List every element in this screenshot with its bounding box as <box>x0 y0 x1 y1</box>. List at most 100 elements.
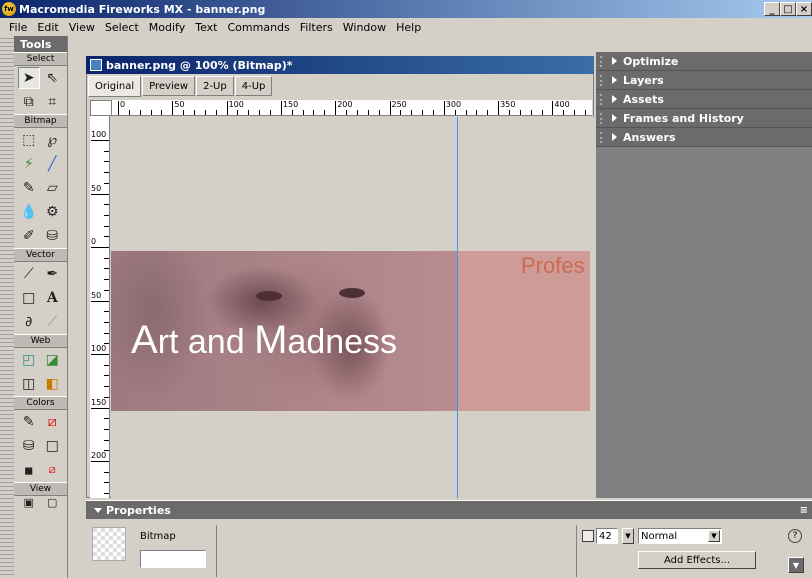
tab-preview[interactable]: Preview <box>142 76 196 96</box>
magic-wand-tool-icon[interactable]: ⚡ <box>18 153 40 175</box>
menu-commands[interactable]: Commands <box>222 21 294 34</box>
ruler-h-label: 250 <box>391 100 407 109</box>
menu-view[interactable]: View <box>64 21 100 34</box>
ruler-h-label: 350 <box>500 100 516 109</box>
banner-image[interactable]: Art and Madness Profes <box>111 251 590 411</box>
ruler-v-tick <box>104 386 109 388</box>
slice-tool-icon[interactable]: ◪ <box>41 349 63 371</box>
ruler-h-tick <box>248 110 250 115</box>
horizontal-ruler[interactable]: 0 50 100 150 200 250 300 350 400 <box>112 100 592 116</box>
ruler-h-tick <box>476 110 478 115</box>
ruler-h-label: 0 <box>120 100 126 109</box>
full-screen-mode-icon[interactable]: ▢ <box>41 496 63 508</box>
collapse-arrow-icon <box>94 507 102 513</box>
expand-arrow-icon <box>612 57 617 65</box>
marquee-tool-icon[interactable]: ⬚ <box>18 129 40 151</box>
vertical-ruler[interactable]: 100 50 0 50 100 150 200 <box>90 116 110 498</box>
menu-file[interactable]: File <box>4 21 32 34</box>
eyedropper-tool-icon[interactable]: ✐ <box>18 225 40 247</box>
ruler-h-tick <box>519 110 521 115</box>
ruler-h-tick <box>270 110 272 115</box>
menu-window[interactable]: Window <box>338 21 391 34</box>
stroke-color-icon[interactable]: ✎ <box>18 411 40 433</box>
tool-row: ✎ ▱ <box>14 176 67 200</box>
ruler-h-tick <box>584 110 586 115</box>
headline-part-1: rt and <box>157 323 255 361</box>
banner-subtitle: Profes <box>521 253 585 278</box>
pen-tool-icon[interactable]: ✒ <box>41 263 63 285</box>
line-tool-icon[interactable]: ⟋ <box>18 263 40 285</box>
ruler-h-tick <box>487 110 489 115</box>
panel-optimize[interactable]: Optimize <box>596 52 812 71</box>
hide-slices-icon[interactable]: ◫ <box>18 373 40 395</box>
panel-options-icon[interactable]: ≡ <box>800 505 808 516</box>
menu-select[interactable]: Select <box>100 21 144 34</box>
rectangle-tool-icon[interactable]: □ <box>18 287 40 309</box>
tab-4up[interactable]: 4-Up <box>234 76 273 96</box>
collapse-properties-icon[interactable]: ▼ <box>788 557 804 573</box>
properties-header[interactable]: Properties ≡ <box>86 501 812 519</box>
fill-swatch-icon[interactable]: □ <box>41 435 63 457</box>
ruler-v-tick <box>104 182 109 184</box>
blend-mode-select[interactable]: Normal ▼ <box>638 528 722 544</box>
opacity-field[interactable]: 42 <box>596 528 618 544</box>
ruler-h-tick <box>139 110 141 115</box>
swap-colors-icon[interactable]: ⧄ <box>41 459 63 481</box>
panel-layers[interactable]: Layers <box>596 71 812 90</box>
add-effects-button[interactable]: Add Effects... <box>638 551 756 569</box>
ruler-h-tick <box>313 110 315 115</box>
panel-answers[interactable]: Answers <box>596 128 812 147</box>
ruler-v-tick <box>104 493 109 495</box>
ruler-v-tick <box>104 332 109 334</box>
ruler-v-tick <box>104 257 109 259</box>
ruler-h-tick <box>128 110 130 115</box>
ruler-v-tick <box>104 321 109 323</box>
crop-tool-icon[interactable]: ⌗ <box>41 91 63 113</box>
properties-divider <box>576 525 577 577</box>
paint-bucket-tool-icon[interactable]: ⛁ <box>41 225 63 247</box>
freeform-tool-icon[interactable]: ∂ <box>18 311 40 333</box>
subselection-tool-icon[interactable]: ⇖ <box>41 67 63 89</box>
scale-tool-icon[interactable]: ⧉ <box>18 91 40 113</box>
tab-2up[interactable]: 2-Up <box>196 76 234 96</box>
hotspot-tool-icon[interactable]: ◰ <box>18 349 40 371</box>
default-colors-icon[interactable]: ◼ <box>18 459 40 481</box>
ruler-h-tick <box>215 110 217 115</box>
menu-modify[interactable]: Modify <box>144 21 190 34</box>
vertical-guide-line[interactable] <box>457 117 458 498</box>
ruler-v-tick <box>104 375 109 377</box>
menu-filters[interactable]: Filters <box>295 21 338 34</box>
window-title: Macromedia Fireworks MX - banner.png <box>19 2 266 16</box>
show-slices-icon[interactable]: ◧ <box>41 373 63 395</box>
panel-assets[interactable]: Assets <box>596 90 812 109</box>
help-icon[interactable]: ? <box>788 529 802 543</box>
document-title-bar[interactable]: banner.png @ 100% (Bitmap)* <box>86 56 594 74</box>
ruler-v-tick <box>104 268 109 270</box>
tools-section-web: Web <box>14 334 67 348</box>
menu-edit[interactable]: Edit <box>32 21 63 34</box>
pointer-tool-icon[interactable]: ➤ <box>17 67 40 89</box>
tools-panel-gripper[interactable] <box>0 36 14 578</box>
close-button[interactable]: × <box>796 2 812 16</box>
rubber-stamp-tool-icon[interactable]: ⚙ <box>41 201 63 223</box>
text-tool-icon[interactable]: A <box>41 287 63 309</box>
blur-tool-icon[interactable]: 💧 <box>18 201 40 223</box>
maximize-button[interactable]: □ <box>780 2 796 16</box>
fill-color-icon[interactable]: ⛁ <box>18 435 40 457</box>
pencil-tool-icon[interactable]: ✎ <box>18 177 40 199</box>
standard-screen-mode-icon[interactable]: ▣ <box>18 496 40 508</box>
eraser-tool-icon[interactable]: ▱ <box>41 177 63 199</box>
opacity-slider-button[interactable]: ▼ <box>622 528 634 544</box>
knife-tool-icon[interactable]: ⟋ <box>41 311 63 333</box>
tab-original[interactable]: Original <box>88 76 142 97</box>
tool-row: ◰ ◪ <box>14 348 67 372</box>
tools-panel: Tools Select ➤ ⇖ ⧉ ⌗ Bitmap ⬚ ℘ ⚡ ╱ ✎ ▱ … <box>14 36 68 578</box>
menu-text[interactable]: Text <box>190 21 222 34</box>
brush-tool-icon[interactable]: ╱ <box>41 153 63 175</box>
menu-help[interactable]: Help <box>391 21 426 34</box>
no-stroke-swatch-icon[interactable]: ⧄ <box>41 411 63 433</box>
panel-frames-history[interactable]: Frames and History <box>596 109 812 128</box>
object-name-field[interactable] <box>140 550 206 568</box>
minimize-button[interactable]: _ <box>764 2 780 16</box>
lasso-tool-icon[interactable]: ℘ <box>41 129 63 151</box>
